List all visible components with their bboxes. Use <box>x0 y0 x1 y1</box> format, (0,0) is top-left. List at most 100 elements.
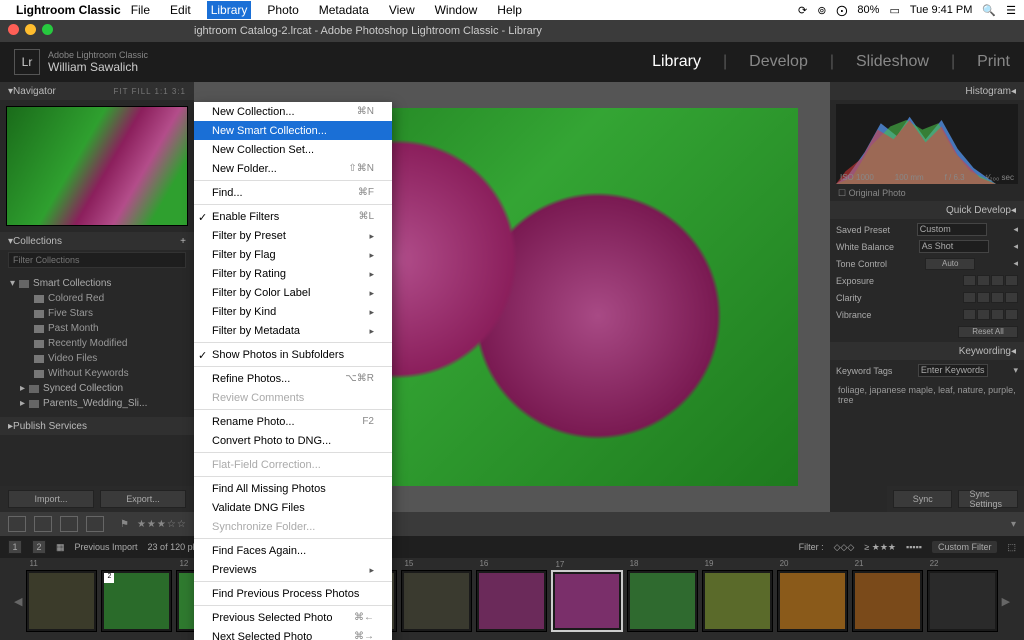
menu-window[interactable]: Window <box>431 1 482 19</box>
menu-item[interactable]: Find...⌘F <box>194 183 392 202</box>
menu-item[interactable]: Validate DNG Files <box>194 498 392 517</box>
flag-filter-icons[interactable]: ◇◇◇ <box>834 542 855 553</box>
menu-icon[interactable]: ☰ <box>1006 4 1016 17</box>
color-filter-icons[interactable]: ▪▪▪▪▪ <box>906 542 922 552</box>
filmstrip-thumb[interactable]: 17 <box>551 570 622 632</box>
histogram-display[interactable]: ISO 1000 100 mm f / 6.3 ¹⁄₂₀₀ sec <box>836 104 1018 184</box>
secondary-display-btn[interactable]: 2 <box>32 540 46 554</box>
menu-item[interactable]: New Collection Set... <box>194 140 392 159</box>
collection-item[interactable]: ▸Parents_Wedding_Sli... <box>10 396 184 411</box>
saved-preset-select[interactable]: Custom <box>917 223 987 236</box>
filmstrip-thumb[interactable]: 15 <box>401 570 472 632</box>
publish-header[interactable]: ▸ Publish Services <box>0 417 194 435</box>
menu-item[interactable]: Filter by Color Label <box>194 283 392 302</box>
navigator-thumbnail[interactable] <box>6 106 188 226</box>
cc-icon[interactable]: ⊚ <box>817 4 826 17</box>
spotlight-icon[interactable]: 🔍 <box>982 4 996 17</box>
filmstrip-thumb[interactable]: 16 <box>476 570 547 632</box>
filmstrip-thumb[interactable]: 18 <box>627 570 698 632</box>
collection-item[interactable]: Five Stars <box>10 306 184 321</box>
menu-item[interactable]: Previous Selected Photo⌘← <box>194 608 392 627</box>
menu-item[interactable]: Find All Missing Photos <box>194 479 392 498</box>
navigator-header[interactable]: ▾ Navigator FIT FILL 1:1 3:1 <box>0 82 194 100</box>
menu-edit[interactable]: Edit <box>166 1 195 19</box>
menu-item[interactable]: Next Selected Photo⌘→ <box>194 627 392 640</box>
sync-settings-button[interactable]: Sync Settings <box>958 490 1018 508</box>
wifi-icon[interactable]: ⨀ <box>836 4 847 17</box>
menu-item[interactable]: Previews <box>194 560 392 579</box>
filmstrip-right-icon[interactable]: ▶ <box>1002 595 1010 608</box>
menu-view[interactable]: View <box>385 1 419 19</box>
disclosure-icon[interactable]: ◂ <box>1013 241 1018 252</box>
filmstrip-thumb[interactable]: 19 <box>702 570 773 632</box>
menu-item[interactable]: New Smart Collection... <box>194 121 392 140</box>
filmstrip-thumb[interactable]: 11 <box>26 570 97 632</box>
collection-item[interactable]: Without Keywords <box>10 366 184 381</box>
menu-help[interactable]: Help <box>493 1 526 19</box>
menu-item[interactable]: Find Previous Process Photos <box>194 584 392 603</box>
disclosure-icon[interactable]: ▾ <box>1013 365 1018 376</box>
filter-collections-input[interactable] <box>8 252 186 268</box>
disclosure-icon[interactable]: ◂ <box>1013 258 1018 269</box>
survey-view-button[interactable] <box>86 516 104 532</box>
menu-file[interactable]: File <box>127 1 154 19</box>
filmstrip-thumb[interactable]: 21 <box>852 570 923 632</box>
rating-stars[interactable]: ★★★☆☆ <box>137 519 187 530</box>
collection-item[interactable]: ▸Synced Collection <box>10 381 184 396</box>
loupe-view-button[interactable] <box>34 516 52 532</box>
menu-item[interactable]: Enable Filters⌘L <box>194 207 392 226</box>
disclosure-icon[interactable]: ◂ <box>1013 224 1018 235</box>
original-photo-check[interactable]: ☐ Original Photo <box>830 186 1024 201</box>
filmstrip-thumb[interactable]: 20 <box>777 570 848 632</box>
menu-item[interactable]: Rename Photo...F2 <box>194 412 392 431</box>
module-print[interactable]: Print <box>977 53 1010 71</box>
sync-button[interactable]: Sync <box>893 490 953 508</box>
menu-item[interactable]: Filter by Preset <box>194 226 392 245</box>
filmstrip[interactable]: ◀ 11212132141516171819202122▶ <box>0 558 1024 640</box>
navigator-zoom-modes[interactable]: FIT FILL 1:1 3:1 <box>114 87 186 96</box>
grid-icon[interactable]: ▦ <box>56 542 65 553</box>
filter-lock-icon[interactable]: ⬚ <box>1007 542 1016 553</box>
quick-develop-header[interactable]: Quick Develop ◂ <box>830 201 1024 219</box>
filmstrip-left-icon[interactable]: ◀ <box>14 595 22 608</box>
exposure-steppers[interactable] <box>963 275 1018 286</box>
module-develop[interactable]: Develop <box>749 53 808 71</box>
filmstrip-thumb[interactable]: 22 <box>927 570 998 632</box>
menu-item[interactable]: Filter by Rating <box>194 264 392 283</box>
collections-header[interactable]: ▾ Collections + <box>0 232 194 250</box>
rating-filter[interactable]: ≥ ★★★ <box>864 542 896 553</box>
add-icon[interactable]: + <box>180 236 186 247</box>
module-slideshow[interactable]: Slideshow <box>856 53 929 71</box>
collection-item[interactable]: Colored Red <box>10 291 184 306</box>
grid-view-button[interactable] <box>8 516 26 532</box>
filmstrip-thumb[interactable]: 2 <box>101 570 172 632</box>
menu-item[interactable]: Filter by Kind <box>194 302 392 321</box>
collection-item[interactable]: Video Files <box>10 351 184 366</box>
menu-metadata[interactable]: Metadata <box>315 1 373 19</box>
keyword-mode-select[interactable]: Enter Keywords <box>918 364 988 377</box>
histogram-header[interactable]: Histogram ◂ <box>830 82 1024 100</box>
menu-item[interactable]: Convert Photo to DNG... <box>194 431 392 450</box>
menu-item[interactable]: Show Photos in Subfolders <box>194 345 392 364</box>
menu-photo[interactable]: Photo <box>263 1 302 19</box>
wb-select[interactable]: As Shot <box>919 240 989 253</box>
menu-item[interactable]: New Collection...⌘N <box>194 102 392 121</box>
collection-item[interactable]: Past Month <box>10 321 184 336</box>
collection-item[interactable]: Recently Modified <box>10 336 184 351</box>
import-button[interactable]: Import... <box>8 490 94 508</box>
reset-all-button[interactable]: Reset All <box>958 326 1018 338</box>
menu-item[interactable]: Filter by Metadata <box>194 321 392 340</box>
module-library[interactable]: Library <box>652 53 701 71</box>
menu-item[interactable]: Filter by Flag <box>194 245 392 264</box>
vibrance-steppers[interactable] <box>963 309 1018 320</box>
menu-library[interactable]: Library <box>207 1 252 19</box>
custom-filter-select[interactable]: Custom Filter <box>932 541 998 553</box>
keyword-text[interactable]: foliage, japanese maple, leaf, nature, p… <box>830 381 1024 409</box>
keywording-header[interactable]: Keywording ◂ <box>830 342 1024 360</box>
menu-item[interactable]: Refine Photos...⌥⌘R <box>194 369 392 388</box>
cloud-icon[interactable]: ⟳ <box>798 4 807 17</box>
clarity-steppers[interactable] <box>963 292 1018 303</box>
menu-item[interactable]: New Folder...⇧⌘N <box>194 159 392 178</box>
smart-collections-folder[interactable]: ▾Smart Collections <box>10 276 184 291</box>
window-traffic-lights[interactable] <box>8 24 53 35</box>
